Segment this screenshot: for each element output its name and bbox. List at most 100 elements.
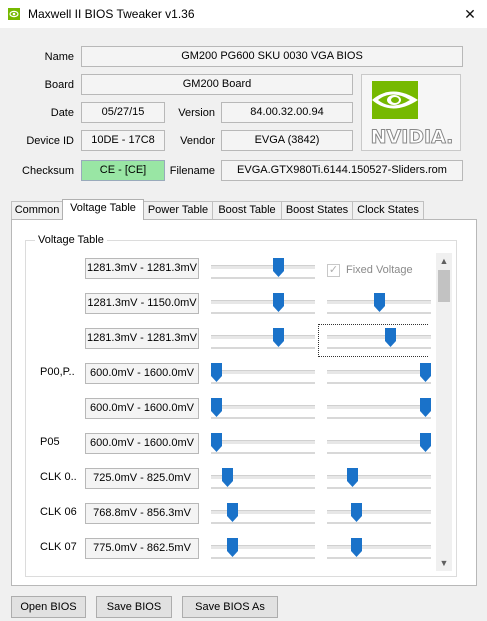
voltage-row-label: P05 — [40, 436, 60, 448]
slider-tick-line — [327, 312, 431, 314]
svg-text:NVIDIA.: NVIDIA. — [371, 126, 454, 148]
slider-tick-line — [211, 487, 315, 489]
save-bios-as-button[interactable]: Save BIOS As — [182, 596, 278, 618]
version-field[interactable]: 84.00.32.00.94 — [221, 102, 353, 123]
slider-track — [211, 300, 315, 304]
voltage-range-field[interactable]: 600.0mV - 1600.0mV — [85, 363, 199, 384]
voltage-slider-min[interactable] — [211, 433, 315, 457]
voltage-range-field[interactable]: 600.0mV - 1600.0mV — [85, 433, 199, 454]
slider-thumb-icon[interactable] — [273, 328, 284, 347]
slider-tick-line — [211, 312, 315, 314]
slider-thumb-icon[interactable] — [420, 433, 431, 452]
voltage-table-title: Voltage Table — [35, 234, 107, 246]
checkbox-check-icon[interactable]: ✓ — [327, 264, 340, 277]
slider-tick-line — [211, 557, 315, 559]
slider-tick-line — [211, 347, 315, 349]
voltage-range-field[interactable]: 775.0mV - 862.5mV — [85, 538, 199, 559]
slider-thumb-icon[interactable] — [273, 258, 284, 277]
slider-thumb-icon[interactable] — [211, 363, 222, 382]
name-field[interactable]: GM200 PG600 SKU 0030 VGA BIOS — [81, 46, 463, 67]
tab-power-table[interactable]: Power Table — [143, 201, 213, 219]
scroll-down-icon[interactable]: ▼ — [436, 555, 452, 571]
focus-rectangle — [318, 324, 428, 357]
title-bar: Maxwell II BIOS Tweaker v1.36 ✕ — [0, 0, 487, 28]
slider-thumb-icon[interactable] — [222, 468, 233, 487]
nvidia-logo-icon: NVIDIA. — [370, 81, 454, 149]
vendor-field[interactable]: EVGA (3842) — [221, 130, 353, 151]
tab-boost-states[interactable]: Boost States — [281, 201, 353, 219]
slider-thumb-icon[interactable] — [211, 398, 222, 417]
tab-common[interactable]: Common — [11, 201, 63, 219]
voltage-slider-min[interactable] — [211, 398, 315, 422]
voltage-row-label: CLK 07 — [40, 541, 77, 553]
slider-thumb-icon[interactable] — [273, 293, 284, 312]
voltage-slider-max[interactable] — [327, 398, 431, 422]
slider-tick-line — [211, 452, 315, 454]
tab-voltage-table[interactable]: Voltage Table — [62, 199, 144, 220]
slider-tick-line — [327, 522, 431, 524]
date-field[interactable]: 05/27/15 — [81, 102, 165, 123]
voltage-range-field[interactable]: 1281.3mV - 1281.3mV — [85, 258, 199, 279]
voltage-slider-min[interactable] — [211, 538, 315, 562]
voltage-row-label: CLK 0.. — [40, 471, 77, 483]
filename-label: Filename — [169, 165, 215, 177]
slider-track — [327, 545, 431, 549]
vertical-scrollbar[interactable]: ▲ ▼ — [436, 253, 452, 571]
window-title: Maxwell II BIOS Tweaker v1.36 — [28, 7, 195, 21]
slider-track — [211, 335, 315, 339]
version-label: Version — [178, 107, 215, 119]
slider-thumb-icon[interactable] — [227, 503, 238, 522]
device-id-label: Device ID — [26, 135, 74, 147]
slider-tick-line — [327, 417, 431, 419]
name-label: Name — [44, 51, 74, 63]
checksum-field[interactable]: CE - [CE] — [81, 160, 165, 181]
slider-thumb-icon[interactable] — [420, 363, 431, 382]
voltage-row-label: CLK 06 — [40, 506, 77, 518]
scroll-thumb[interactable] — [438, 270, 450, 302]
board-label: Board — [44, 79, 74, 91]
voltage-row-label: P00,P.. — [40, 366, 75, 378]
voltage-slider-max[interactable] — [327, 293, 431, 317]
tab-clock-states[interactable]: Clock States — [352, 201, 424, 219]
voltage-slider-max[interactable] — [327, 433, 431, 457]
slider-thumb-icon[interactable] — [351, 503, 362, 522]
slider-thumb-icon[interactable] — [351, 538, 362, 557]
nvidia-logo: NVIDIA. — [361, 74, 461, 151]
save-bios-button[interactable]: Save BIOS — [96, 596, 172, 618]
slider-track — [327, 440, 431, 444]
slider-thumb-icon[interactable] — [211, 433, 222, 452]
device-id-field[interactable]: 10DE - 17C8 — [81, 130, 165, 151]
voltage-range-field[interactable]: 600.0mV - 1600.0mV — [85, 398, 199, 419]
checksum-label: Checksum — [22, 165, 74, 177]
voltage-range-field[interactable]: 1281.3mV - 1281.3mV — [85, 328, 199, 349]
board-field[interactable]: GM200 Board — [81, 74, 353, 95]
voltage-slider-min[interactable] — [211, 293, 315, 317]
slider-track — [211, 265, 315, 269]
slider-thumb-icon[interactable] — [227, 538, 238, 557]
voltage-range-field[interactable]: 768.8mV - 856.3mV — [85, 503, 199, 524]
voltage-slider-max[interactable] — [327, 468, 431, 492]
slider-tick-line — [327, 452, 431, 454]
slider-tick-line — [211, 382, 315, 384]
slider-thumb-icon[interactable] — [347, 468, 358, 487]
voltage-slider-min[interactable] — [211, 363, 315, 387]
filename-field[interactable]: EVGA.GTX980Ti.6144.150527-Sliders.rom — [221, 160, 463, 181]
voltage-slider-min[interactable] — [211, 503, 315, 527]
voltage-slider-min[interactable] — [211, 328, 315, 352]
tab-boost-table[interactable]: Boost Table — [212, 201, 282, 219]
slider-track — [211, 405, 315, 409]
voltage-range-field[interactable]: 1281.3mV - 1150.0mV — [85, 293, 199, 314]
voltage-slider-min[interactable] — [211, 258, 315, 282]
voltage-slider-max[interactable] — [327, 363, 431, 387]
slider-thumb-icon[interactable] — [420, 398, 431, 417]
voltage-slider-max[interactable] — [327, 503, 431, 527]
date-label: Date — [50, 107, 74, 119]
scroll-up-icon[interactable]: ▲ — [436, 253, 452, 269]
voltage-range-field[interactable]: 725.0mV - 825.0mV — [85, 468, 199, 489]
slider-thumb-icon[interactable] — [374, 293, 385, 312]
close-icon[interactable]: ✕ — [453, 0, 487, 28]
slider-track — [327, 370, 431, 374]
voltage-slider-max[interactable] — [327, 538, 431, 562]
open-bios-button[interactable]: Open BIOS — [11, 596, 86, 618]
voltage-slider-min[interactable] — [211, 468, 315, 492]
